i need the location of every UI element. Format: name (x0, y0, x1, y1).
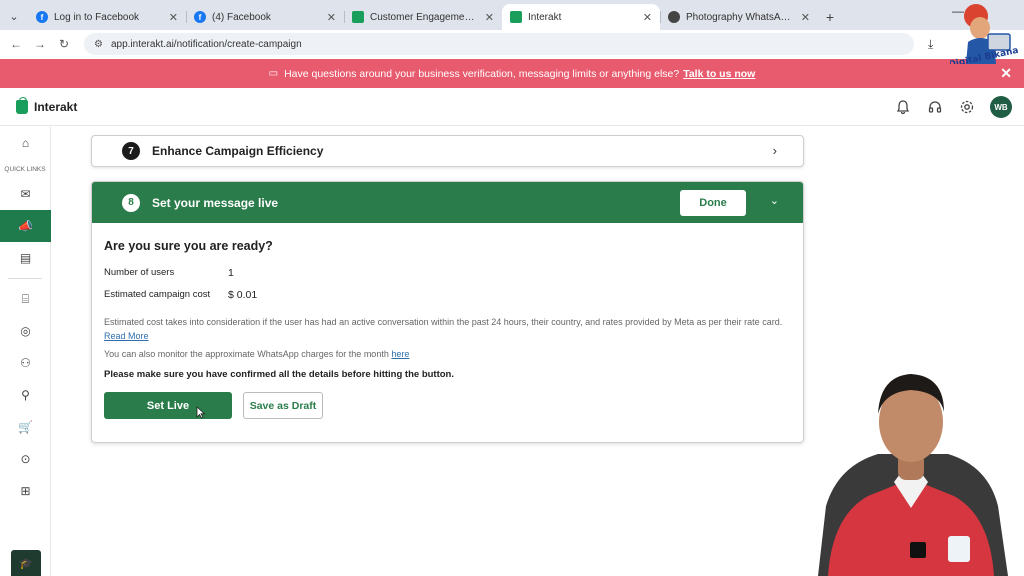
step-8-section: 8 Set your message live Done ⌄ Are you s… (91, 181, 804, 443)
sidebar-document-icon[interactable]: ▤ (0, 242, 51, 274)
app-logo[interactable]: Interakt (16, 96, 78, 114)
tab-title: Photography WhatsApp Welco (686, 11, 795, 23)
set-live-button[interactable]: Set Live (104, 392, 232, 419)
tab-title: Log in to Facebook (54, 11, 140, 23)
app-header: Interakt WB (0, 88, 1024, 126)
talk-to-us-link[interactable]: Talk to us now (683, 68, 755, 80)
step-title: Set your message live (152, 195, 279, 210)
done-button[interactable]: Done (680, 190, 746, 216)
card-icon: ▭ (268, 68, 279, 79)
photography-favicon-icon (668, 11, 680, 23)
sidebar-learn-icon[interactable]: 🎓 (11, 550, 41, 576)
announcement-banner: ▭ Have questions around your business ve… (0, 59, 1024, 88)
sidebar-store-icon[interactable]: ⌸ (0, 283, 51, 315)
browser-tab[interactable]: f (4) Facebook ✕ (186, 4, 344, 30)
close-tab-icon[interactable]: ✕ (327, 11, 336, 24)
step-8-header[interactable]: 8 Set your message live Done ⌄ (92, 182, 803, 223)
chevron-down-icon[interactable]: ⌄ (770, 194, 779, 207)
close-tab-icon[interactable]: ✕ (169, 11, 178, 24)
facebook-favicon-icon: f (194, 11, 206, 23)
step-title: Enhance Campaign Efficiency (152, 144, 324, 158)
interakt-favicon-icon (352, 11, 364, 23)
ready-heading: Are you sure you are ready? (104, 239, 273, 253)
interakt-bag-icon (16, 96, 28, 114)
sidebar-cart-icon[interactable]: 🛒 (0, 411, 51, 443)
cost-label: Estimated campaign cost (104, 289, 211, 300)
users-value: 1 (228, 267, 234, 279)
url-field[interactable]: ⚙ app.interakt.ai/notification/create-ca… (84, 33, 914, 55)
settings-gear-icon[interactable] (958, 98, 976, 116)
browser-tab[interactable]: Photography WhatsApp Welco ✕ (660, 4, 818, 30)
sidebar-home-icon[interactable]: ⌂ (0, 127, 51, 159)
bell-icon[interactable] (894, 98, 912, 116)
site-settings-icon[interactable]: ⚙ (94, 39, 103, 50)
close-tab-icon[interactable]: ✕ (643, 11, 652, 24)
sidebar-bot-icon[interactable]: ⚇ (0, 347, 51, 379)
close-banner-icon[interactable]: ✕ (1000, 65, 1012, 82)
sidebar-whatsapp-icon[interactable]: ◎ (0, 315, 51, 347)
read-more-link[interactable]: Read More (104, 331, 149, 341)
save-as-draft-button[interactable]: Save as Draft (243, 392, 323, 419)
quick-links-label: QUICK LINKS (4, 166, 46, 173)
here-link[interactable]: here (391, 349, 409, 359)
browser-tab[interactable]: Customer Engagement Simplifi ✕ (344, 4, 502, 30)
url-text: app.interakt.ai/notification/create-camp… (110, 38, 302, 50)
back-arrow-icon[interactable]: ← (4, 37, 28, 51)
set-live-label: Set Live (146, 399, 190, 412)
close-tab-icon[interactable]: ✕ (801, 11, 810, 24)
reload-icon[interactable]: ↻ (52, 37, 76, 51)
sidebar: ⌂ QUICK LINKS ✉ 📣 ▤ ⌸ ◎ ⚇ ⚲ 🛒 ⊙ ⊞ 🎓 (0, 127, 51, 576)
tab-search-chevron-icon[interactable]: ⌄ (0, 2, 28, 30)
user-avatar[interactable]: WB (990, 96, 1012, 118)
chevron-right-icon[interactable]: › (773, 143, 777, 158)
download-icon[interactable]: ⤓ (928, 37, 933, 52)
cost-note-text: Estimated cost takes into consideration … (104, 317, 783, 327)
mouse-pointer-icon (196, 406, 206, 422)
monitor-text: You can also monitor the approximate Wha… (104, 349, 389, 359)
presenter-video-overlay (798, 356, 1024, 576)
facebook-favicon-icon: f (36, 11, 48, 23)
browser-address-bar: ← → ↻ ⚙ app.interakt.ai/notification/cre… (0, 30, 1024, 58)
sidebar-mail-icon[interactable]: ✉ (0, 178, 51, 210)
browser-tab-bar: ⌄ f Log in to Facebook ✕ f (4) Facebook … (0, 0, 1024, 30)
sidebar-apps-grid-icon[interactable]: ⊞ (0, 475, 51, 507)
tab-title: (4) Facebook (212, 11, 271, 23)
confirm-text: Please make sure you have confirmed all … (104, 369, 454, 380)
sidebar-divider (8, 278, 42, 279)
new-tab-button[interactable]: + (818, 4, 842, 30)
users-label: Number of users (104, 267, 175, 278)
interakt-favicon-icon (510, 11, 522, 23)
sidebar-settings-icon[interactable]: ⊙ (0, 443, 51, 475)
banner-text: Have questions around your business veri… (284, 67, 680, 80)
tab-title: Customer Engagement Simplifi (370, 11, 479, 23)
step-number: 7 (122, 142, 140, 160)
browser-tab-active[interactable]: Interakt ✕ (502, 4, 660, 30)
cost-value: $ 0.01 (228, 289, 258, 301)
headset-icon[interactable] (926, 98, 944, 116)
forward-arrow-icon[interactable]: → (28, 37, 52, 51)
step-number: 8 (122, 193, 140, 212)
sidebar-campaigns-icon[interactable]: 📣 (0, 210, 51, 242)
browser-tab[interactable]: f Log in to Facebook ✕ (28, 4, 186, 30)
cost-note: Estimated cost takes into consideration … (104, 315, 794, 343)
close-tab-icon[interactable]: ✕ (485, 11, 494, 24)
tab-title: Interakt (528, 11, 562, 23)
app-name: Interakt (34, 99, 78, 114)
channel-logo-badge: Digital Bikana (948, 2, 1019, 70)
sidebar-users-icon[interactable]: ⚲ (0, 379, 51, 411)
monitor-note: You can also monitor the approximate Wha… (104, 349, 791, 359)
step-7-section[interactable]: 7 Enhance Campaign Efficiency › (91, 135, 804, 167)
